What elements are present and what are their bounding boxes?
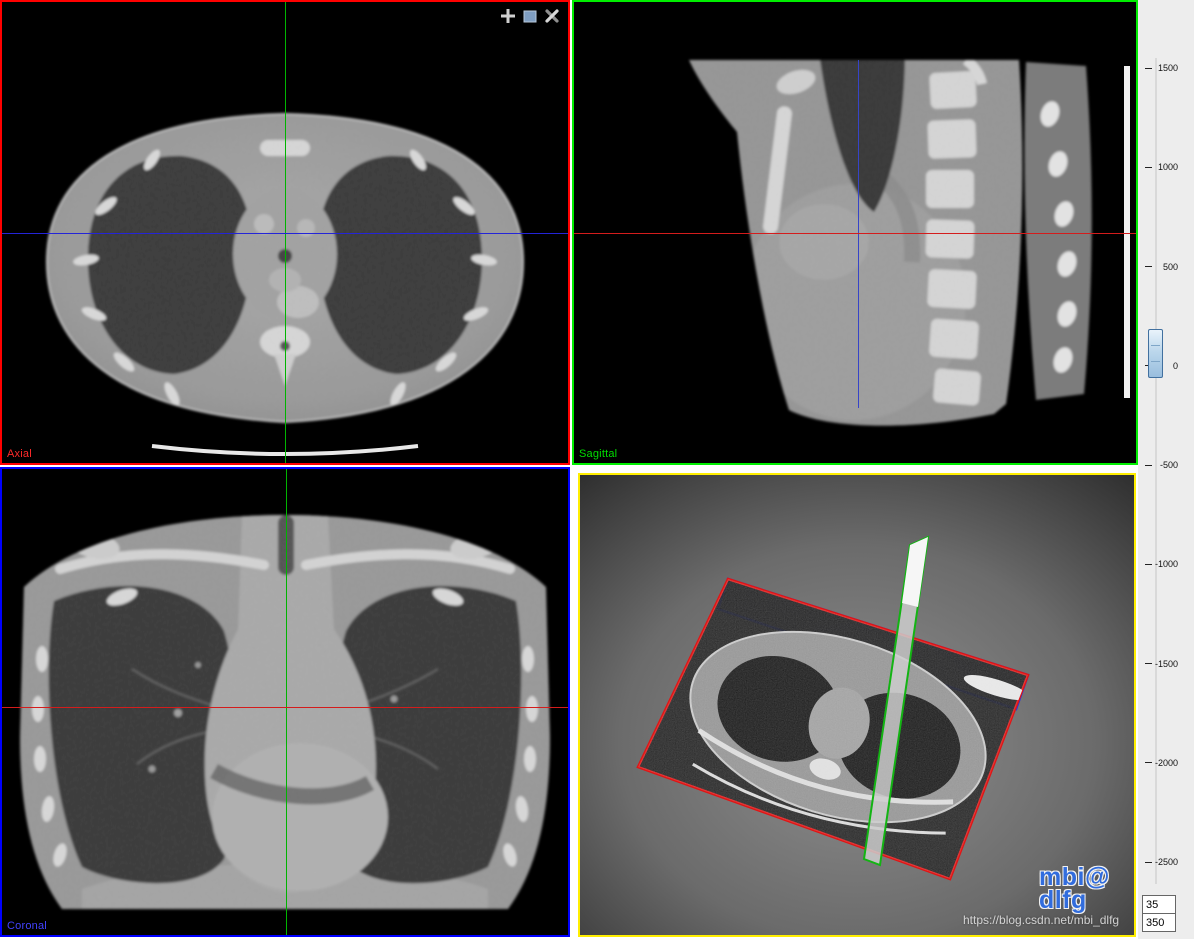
- scale-tick: -1500: [1138, 658, 1178, 670]
- window-width-input[interactable]: [1142, 913, 1176, 932]
- scale-tick: -1000: [1138, 558, 1178, 570]
- axial-corner-toolbar: [500, 8, 560, 24]
- scale-tick: 500: [1138, 261, 1178, 273]
- tools-icon[interactable]: [544, 8, 560, 24]
- scale-tick: 1000: [1138, 161, 1178, 173]
- coronal-image[interactable]: [2, 469, 568, 935]
- scale-tick: -500: [1138, 459, 1178, 471]
- scale-tick: 1500: [1138, 62, 1178, 74]
- sagittal-crosshair-vertical[interactable]: [858, 60, 859, 408]
- axial-view-label: Axial: [7, 448, 32, 460]
- volume-3d-view: [578, 473, 1136, 937]
- crosshair-icon[interactable]: [500, 8, 516, 24]
- mpr-viewer-window: Axial: [0, 0, 1194, 939]
- coronal-crosshair-vertical[interactable]: [286, 469, 287, 935]
- sagittal-view: Sagittal: [572, 0, 1138, 465]
- layout-icon[interactable]: [522, 8, 538, 24]
- coronal-crosshair-horizontal[interactable]: [2, 707, 568, 708]
- window-level-panel: [1142, 895, 1176, 932]
- coronal-view: Coronal: [0, 467, 570, 937]
- sagittal-crosshair-horizontal[interactable]: [574, 233, 1136, 234]
- sagittal-view-label: Sagittal: [579, 448, 617, 460]
- axial-view: Axial: [0, 0, 570, 465]
- volume-3d-scene[interactable]: [580, 475, 1134, 935]
- coronal-view-label: Coronal: [7, 920, 47, 932]
- scale-tick: -2000: [1138, 757, 1178, 769]
- level-scale: 150010005000-500-1000-1500-2000-2500: [1138, 0, 1194, 939]
- window-level-input[interactable]: [1142, 895, 1176, 914]
- scale-tick: -2500: [1138, 856, 1178, 868]
- level-slider-handle[interactable]: [1148, 329, 1163, 378]
- axial-crosshair-horizontal[interactable]: [2, 233, 568, 234]
